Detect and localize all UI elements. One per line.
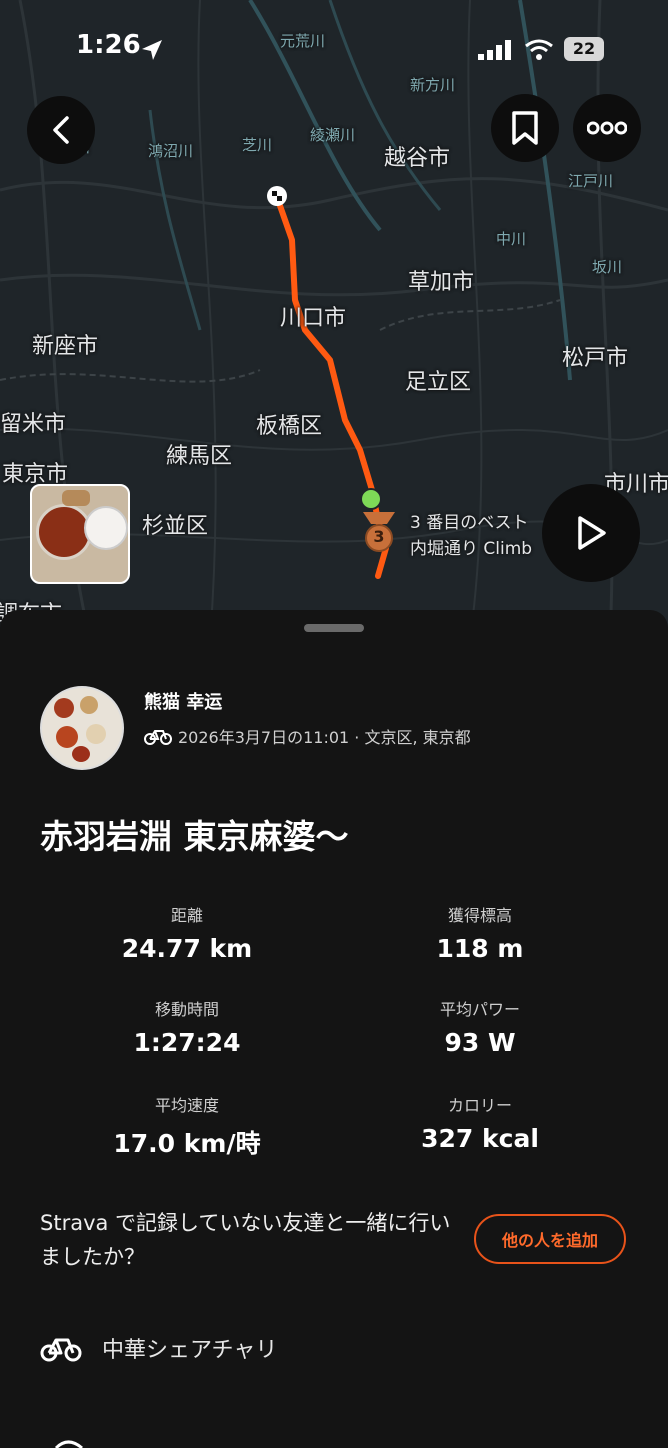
stat-label: 平均パワー (439, 1000, 520, 1019)
map-view[interactable]: 越谷市 草加市 川口市 新座市 足立区 松戸市 留米市 板橋区 練馬区 東京市 … (0, 0, 668, 640)
more-options-button[interactable] (573, 94, 641, 162)
start-marker (360, 488, 382, 510)
finish-marker (267, 186, 287, 206)
stat-label: 平均速度 (154, 1096, 219, 1115)
sheet-drag-handle[interactable] (304, 624, 364, 632)
stat-value: 327 kcal (421, 1124, 539, 1153)
map-label-shinkatagawa: 新方川 (410, 76, 456, 94)
activity-meta: 2026年3月7日の11:01 · 文京区, 東京都 (144, 724, 471, 748)
segment-medal[interactable]: 3 (359, 510, 399, 554)
stat-label: 獲得標高 (447, 906, 512, 925)
athlete-name[interactable]: 熊猫 幸运 (144, 688, 222, 714)
stat-value: 24.77 km (121, 934, 253, 963)
battery-icon: 22 (564, 37, 604, 61)
activity-title: 赤羽岩淵 東京麻婆〜 (40, 817, 349, 856)
stat-distance: 距離 24.77 km (62, 902, 312, 963)
map-label-kawaguchi: 川口市 (280, 306, 347, 331)
chevron-left-icon (53, 116, 69, 144)
map-label-adachi: 足立区 (405, 370, 472, 395)
partial-icon (54, 1440, 83, 1448)
activity-sheet: 熊猫 幸运 2026年3月7日の11:01 · 文京区, 東京都 赤羽岩淵 東京… (0, 610, 668, 1448)
map-label-konumagawa: 鴻沼川 (148, 142, 194, 160)
activity-date-location: 2026年3月7日の11:01 · 文京区, 東京都 (178, 728, 471, 747)
segment-label[interactable]: 3 番目のベスト 内堀通り Climb (410, 510, 532, 562)
stat-value: 17.0 km/時 (113, 1129, 261, 1158)
map-label-matsudo: 松戸市 (562, 346, 629, 371)
bike-icon (144, 730, 172, 745)
avatar[interactable] (40, 686, 124, 770)
segment-line1: 3 番目のベスト (410, 513, 529, 533)
stat-label: 移動時間 (154, 1000, 219, 1019)
map-label-koshigaya: 越谷市 (384, 146, 451, 171)
wifi-icon (525, 39, 553, 60)
map-label-itabashi: 板橋区 (256, 414, 323, 439)
gear-name: 中華シェアチャリ (102, 1338, 278, 1363)
map-label-ayasegawa: 綾瀬川 (310, 126, 356, 144)
battery-level: 22 (572, 39, 596, 58)
add-others-button[interactable]: 他の人を追加 (474, 1214, 626, 1264)
stat-label: 距離 (170, 906, 203, 925)
map-label-nerima: 練馬区 (166, 444, 233, 469)
bike-icon (40, 1338, 82, 1362)
map-label-niiza: 新座市 (32, 334, 99, 359)
map-label-edogawa: 江戸川 (568, 172, 614, 190)
gear-row[interactable]: 中華シェアチャリ (40, 1332, 277, 1364)
map-label-kurume: 留米市 (0, 412, 67, 437)
location-arrow-icon (142, 40, 162, 60)
segment-rank: 3 (373, 527, 385, 546)
map-label-soka: 草加市 (408, 270, 475, 295)
food-photo[interactable] (30, 484, 130, 584)
map-label-motoarakawa: 元荒川 (280, 32, 326, 50)
add-friends-prompt: Strava で記録していない友達と一緒に行いましたか？ (40, 1211, 451, 1269)
status-time: 1:26 (76, 30, 141, 60)
map-label-shibakawa: 芝川 (242, 136, 273, 154)
stat-avg-speed: 平均速度 17.0 km/時 (62, 1092, 312, 1160)
map-label-suginami: 杉並区 (142, 514, 209, 539)
save-route-button[interactable] (491, 94, 559, 162)
segment-line2: 内堀通り Climb (410, 539, 533, 559)
play-flyover-button[interactable] (542, 484, 640, 582)
bookmark-icon (512, 111, 538, 145)
stat-value: 93 W (444, 1028, 516, 1057)
stat-avg-power: 平均パワー 93 W (355, 996, 605, 1057)
signal-icon (478, 40, 511, 60)
stat-label: カロリー (447, 1096, 512, 1115)
more-icon (587, 121, 627, 135)
play-icon (578, 516, 606, 550)
map-label-sakagawa: 坂川 (592, 258, 623, 276)
stat-value: 118 m (436, 934, 524, 963)
stat-moving-time: 移動時間 1:27:24 (62, 996, 312, 1057)
stat-calories: カロリー 327 kcal (355, 1092, 605, 1153)
stat-elevation: 獲得標高 118 m (355, 902, 605, 963)
back-button[interactable] (27, 96, 95, 164)
map-label-nakagawa: 中川 (496, 230, 527, 248)
stat-value: 1:27:24 (133, 1028, 241, 1057)
